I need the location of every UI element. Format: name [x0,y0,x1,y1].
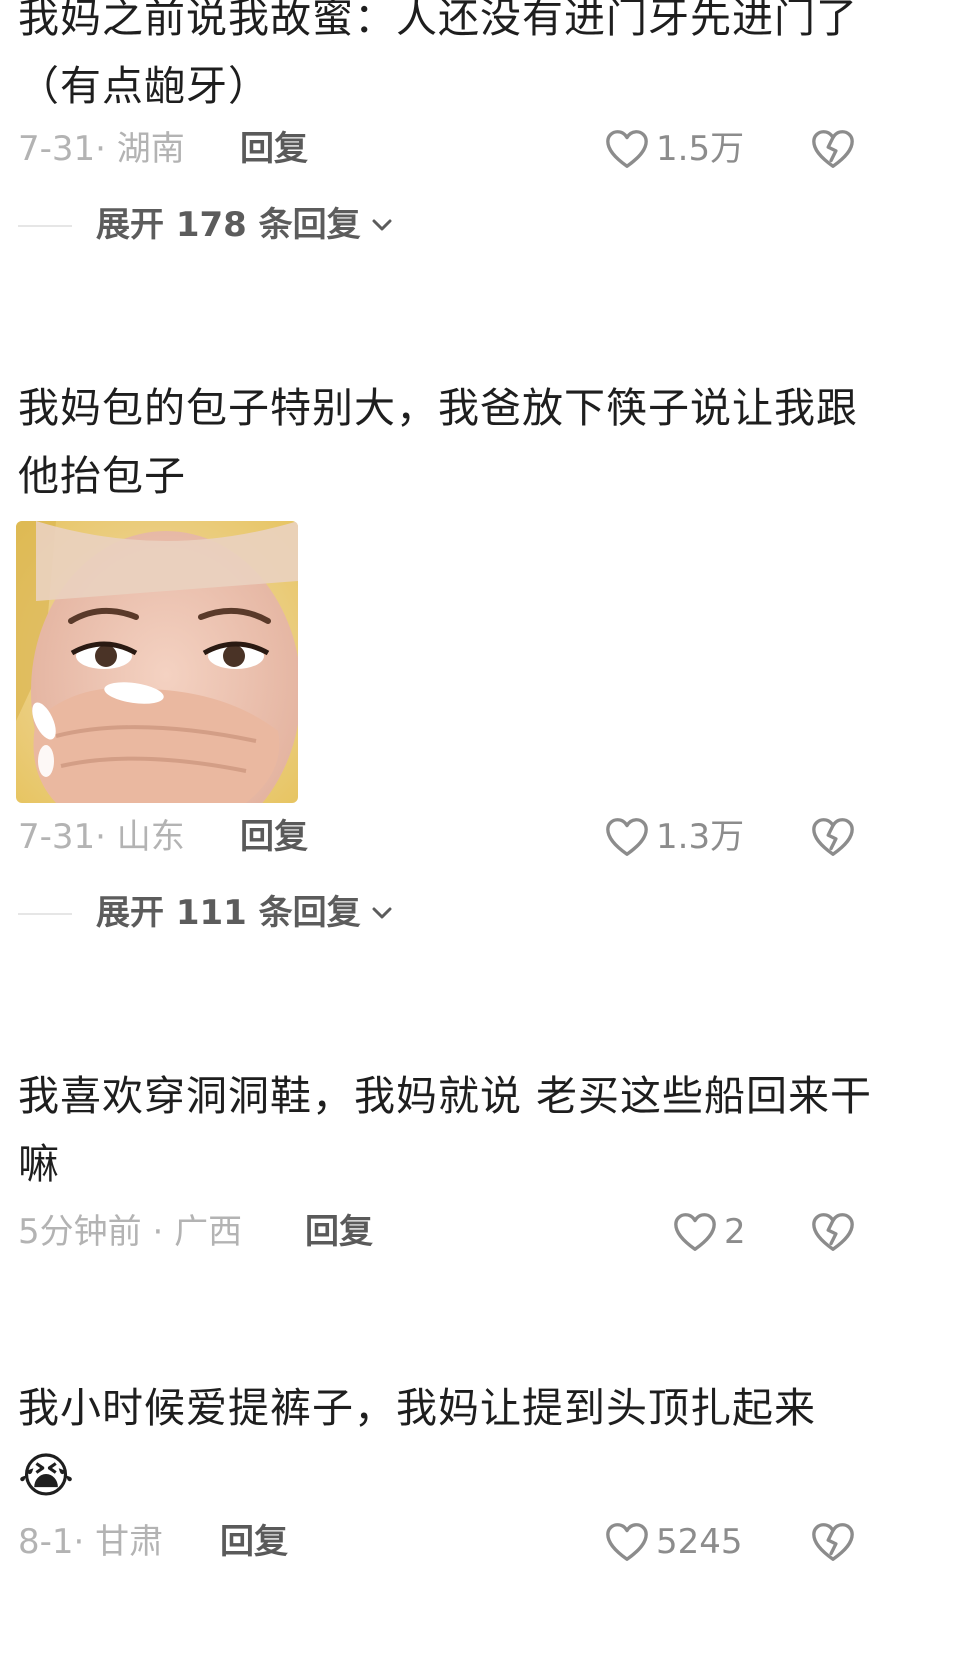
comment-location: 甘肃 [95,1522,164,1562]
reply-button[interactable]: 回复 [240,124,308,174]
like-count: 5245 [656,1522,743,1562]
comment-location: 山东 [116,817,185,857]
heart-icon [674,1213,716,1251]
reply-button[interactable]: 回复 [305,1207,373,1257]
comment-meta: 5分钟前 · 广西 回复 2 [18,1207,918,1257]
like-count: 2 [724,1212,746,1252]
comment-location: 湖南 [116,129,185,169]
comment-text: 我妈包的包子特别大，我爸放下筷子说让我跟他抬包子 [18,384,858,500]
chevron-down-icon [372,907,392,919]
broken-heart-icon[interactable] [810,1210,856,1254]
like-count: 1.5万 [656,129,745,169]
crying-face-icon: 😭 [18,1448,76,1504]
expand-replies-button[interactable]: 展开 178 条回复 [96,200,395,250]
like-button[interactable]: 5245 [604,1517,743,1567]
divider [18,225,72,227]
like-button[interactable]: 1.5万 [604,124,744,174]
meta-separator: · [73,1522,85,1562]
expand-replies-button[interactable]: 展开 111 条回复 [96,888,395,938]
like-button[interactable]: 2 [672,1207,746,1257]
comment-text: 我妈之前说我故蜜：人还没有进门牙先进门了（有点龅牙） [18,0,858,110]
comment-meta: 7-31· 山东 回复 1.3万 [18,812,918,862]
reply-button[interactable]: 回复 [240,812,308,862]
like-button[interactable]: 1.3万 [604,812,744,862]
face-photo-image [16,521,298,803]
comment-text-content: 我小时候爱提裤子，我妈让提到头顶扎起来 [18,1384,816,1432]
like-count: 1.3万 [656,817,745,857]
comment-date: 7-31 [18,129,96,169]
comment-date: 7-31 [18,817,96,857]
chevron-down-icon [372,219,392,231]
heart-icon [606,130,648,168]
expand-replies-label: 展开 178 条回复 [96,205,361,245]
comment-text: 我小时候爱提裤子，我妈让提到头顶扎起来 😭 [18,1374,898,1512]
divider [18,913,72,915]
expand-replies-label: 展开 111 条回复 [96,893,361,933]
broken-heart-icon[interactable] [810,815,856,859]
comment-meta: 7-31· 湖南 回复 1.5万 [18,124,918,174]
meta-separator: · [152,1212,164,1252]
comment-photo[interactable] [16,521,298,803]
broken-heart-icon[interactable] [810,127,856,171]
comment-date-location: 5分钟前 · 广西 [18,1207,242,1257]
comment-date: 5分钟前 [18,1212,142,1252]
heart-icon [606,1523,648,1561]
broken-heart-icon[interactable] [810,1520,856,1564]
comment-date: 8-1 [18,1522,74,1562]
meta-separator: · [95,129,106,169]
comment-text: 我喜欢穿洞洞鞋，我妈就说 老买这些船回来干嘛 [18,1072,873,1188]
comment-meta: 8-1· 甘肃 回复 5245 [18,1517,918,1567]
expand-replies: 展开 178 条回复 [18,200,618,250]
meta-separator: · [95,817,106,857]
comment-date-location: 7-31· 湖南 [18,124,185,174]
expand-replies: 展开 111 条回复 [18,888,618,938]
reply-button[interactable]: 回复 [220,1517,288,1567]
comment-date-location: 8-1· 甘肃 [18,1517,163,1567]
comment-location: 广西 [174,1212,243,1252]
heart-icon [606,818,648,856]
comment-date-location: 7-31· 山东 [18,812,185,862]
